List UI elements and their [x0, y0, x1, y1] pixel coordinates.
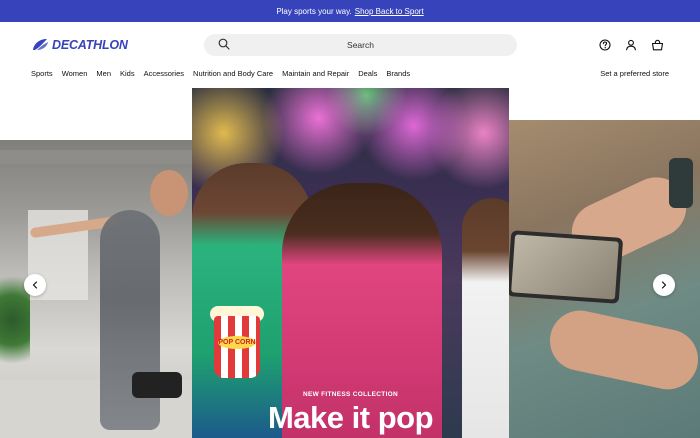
search-bar[interactable]: Search	[204, 34, 517, 56]
nav-item-men[interactable]: Men	[96, 69, 111, 78]
header-actions	[598, 38, 664, 52]
chevron-left-icon	[32, 281, 38, 289]
hero-carousel: POP CORN NEW FITNESS COLLECTION Make it …	[0, 84, 700, 438]
hero-eyebrow: NEW FITNESS COLLECTION	[302, 391, 399, 398]
decathlon-logo-icon	[33, 39, 48, 50]
nav-item-women[interactable]: Women	[62, 69, 88, 78]
promo-text: Play sports your way.	[276, 6, 352, 16]
cart-icon[interactable]	[650, 38, 664, 52]
carousel-next-button[interactable]	[653, 274, 675, 296]
nav-item-brands[interactable]: Brands	[386, 69, 410, 78]
phone	[509, 230, 624, 304]
decathlon-logo[interactable]: DECATHLON	[31, 37, 128, 53]
search-placeholder: Search	[347, 40, 374, 50]
nav-item-deals[interactable]: Deals	[358, 69, 377, 78]
hero-headline: Make it pop	[267, 400, 434, 435]
preferred-store-link[interactable]: Set a preferred store	[600, 69, 669, 78]
nav-item-nutrition[interactable]: Nutrition and Body Care	[193, 69, 273, 78]
site-header: DECATHLON Search Sports Women Men Kids A…	[0, 22, 700, 84]
nav-item-kids[interactable]: Kids	[120, 69, 135, 78]
help-icon[interactable]	[598, 38, 612, 52]
nav-item-maintain-repair[interactable]: Maintain and Repair	[282, 69, 349, 78]
popcorn-label: POP CORN	[218, 336, 256, 349]
hero-slide-center-image[interactable]: POP CORN	[192, 88, 509, 438]
logo-text: DECATHLON	[52, 38, 128, 52]
promo-bar: Play sports your way. Shop Back to Sport	[0, 0, 700, 22]
search-icon	[218, 38, 230, 50]
promo-link[interactable]: Shop Back to Sport	[355, 7, 424, 16]
chevron-right-icon	[661, 281, 667, 289]
popcorn-bucket: POP CORN	[214, 316, 260, 378]
nav-item-sports[interactable]: Sports	[31, 69, 53, 78]
account-icon[interactable]	[624, 38, 638, 52]
main-nav: Sports Women Men Kids Accessories Nutrit…	[31, 69, 419, 78]
nav-item-accessories[interactable]: Accessories	[144, 69, 184, 78]
carousel-prev-button[interactable]	[24, 274, 46, 296]
